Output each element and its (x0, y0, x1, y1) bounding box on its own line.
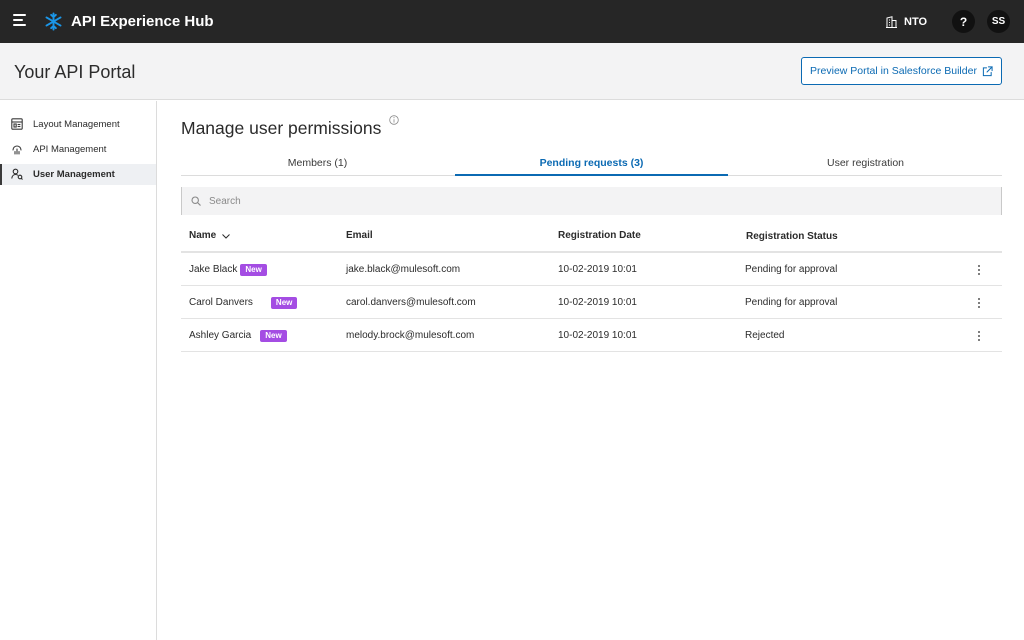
column-header-email: Email (346, 230, 373, 241)
top-navigation-bar: API Experience Hub NTO ? SS (0, 0, 1024, 43)
user-name: Ashley Garcia (189, 330, 252, 341)
app-title: API Experience Hub (71, 13, 214, 30)
user-name: Jake Black (189, 264, 238, 275)
name-cell: Ashley Garcia New (189, 319, 287, 352)
page-title: Your API Portal (14, 62, 136, 82)
user-avatar[interactable]: SS (987, 10, 1010, 33)
table-row: Ashley Garcia New melody.brock@mulesoft.… (181, 319, 1002, 352)
info-icon[interactable] (389, 115, 399, 125)
user-name: Carol Danvers (189, 297, 253, 308)
sidebar-item-layout-management[interactable]: Layout Management (0, 114, 156, 135)
org-name: NTO (904, 15, 928, 28)
date-cell: 10-02-2019 10:01 (558, 330, 637, 341)
column-header-registration-status: Registration Status (746, 231, 838, 242)
page-header: Your API Portal Preview Portal in Salesf… (0, 43, 1024, 100)
tab-user-registration[interactable]: User registration (729, 157, 1002, 175)
sidebar: Layout Management API Management User Ma… (0, 101, 157, 640)
building-icon (886, 15, 897, 28)
snowflake-logo-icon (45, 12, 62, 31)
new-badge: New (240, 263, 267, 276)
users-icon (11, 168, 23, 180)
email-cell: melody.brock@mulesoft.com (346, 330, 475, 341)
menu-icon[interactable] (13, 13, 29, 29)
search-input[interactable] (209, 192, 989, 210)
sidebar-item-label: Layout Management (33, 119, 120, 130)
sidebar-item-label: User Management (33, 169, 115, 180)
sidebar-item-api-management[interactable]: API Management (0, 139, 156, 160)
org-switcher[interactable]: NTO (886, 13, 927, 30)
active-tab-indicator (455, 174, 728, 176)
email-cell: jake.black@mulesoft.com (346, 264, 461, 275)
help-button[interactable]: ? (952, 10, 975, 33)
date-cell: 10-02-2019 10:01 (558, 264, 637, 275)
date-cell: 10-02-2019 10:01 (558, 297, 637, 308)
row-actions-icon[interactable] (973, 295, 985, 311)
tab-pending-requests[interactable]: Pending requests (3) (455, 157, 728, 175)
preview-portal-button[interactable]: Preview Portal in Salesforce Builder (801, 57, 1002, 85)
section-title: Manage user permissions (181, 118, 382, 138)
new-badge: New (260, 329, 287, 342)
status-cell: Pending for approval (745, 297, 838, 308)
sidebar-item-label: API Management (33, 144, 107, 155)
tab-members[interactable]: Members (1) (181, 157, 454, 175)
name-cell: Carol Danvers New (189, 286, 298, 319)
chevron-down-icon (222, 233, 231, 239)
email-cell: carol.danvers@mulesoft.com (346, 297, 476, 308)
search-box[interactable] (181, 187, 1002, 215)
external-link-icon (982, 65, 993, 76)
api-icon (12, 145, 22, 155)
name-cell: Jake Black New (189, 253, 267, 286)
table-row: Carol Danvers New carol.danvers@mulesoft… (181, 286, 1002, 319)
column-header-registration-date: Registration Date (558, 230, 641, 241)
sidebar-item-user-management[interactable]: User Management (0, 164, 156, 185)
row-actions-icon[interactable] (973, 328, 985, 344)
preview-portal-label: Preview Portal in Salesforce Builder (810, 65, 977, 77)
table-row: Jake Black New jake.black@mulesoft.com 1… (181, 253, 1002, 286)
column-header-name[interactable]: Name (189, 230, 231, 242)
layout-icon (11, 118, 23, 130)
search-icon (191, 196, 201, 206)
status-cell: Pending for approval (745, 264, 838, 275)
column-header-label: Name (189, 230, 217, 241)
status-cell: Rejected (745, 330, 785, 341)
row-actions-icon[interactable] (973, 262, 985, 278)
new-badge: New (270, 296, 298, 309)
